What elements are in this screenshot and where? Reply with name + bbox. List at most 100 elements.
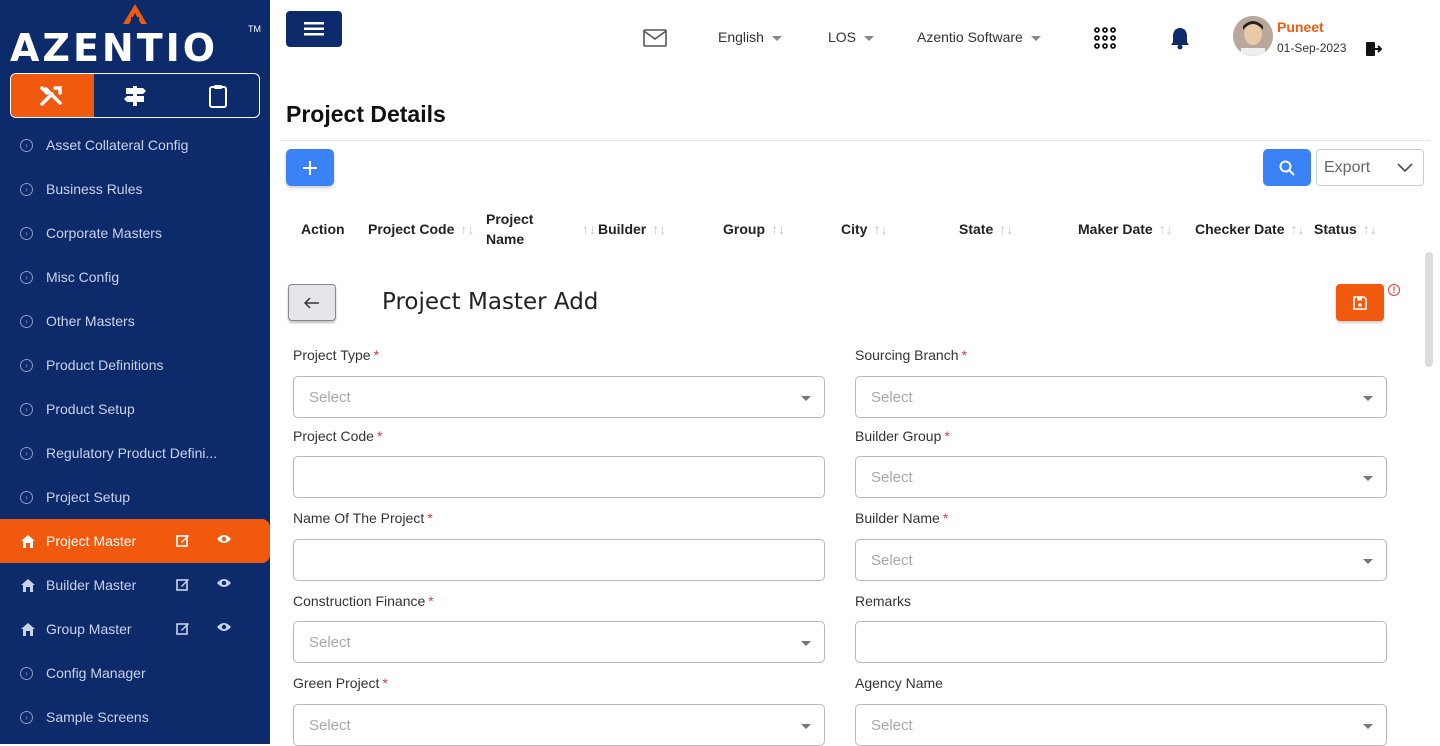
column-header-city[interactable]: City ↑↓ (841, 201, 887, 256)
sidebar-item-project-master[interactable]: Project Master (0, 519, 270, 563)
chevron-down-icon (864, 35, 875, 41)
search-icon (1279, 160, 1295, 176)
avatar[interactable] (1233, 16, 1273, 56)
sidebar-item-misc-config[interactable]: › Misc Config (0, 255, 270, 299)
column-header-maker-date[interactable]: Maker Date ↑↓ (1078, 201, 1173, 256)
view-eye-icon[interactable] (216, 621, 232, 633)
project-master-add-form: Project Master Add ! Project Type * Selec… (270, 266, 1440, 746)
column-label: Group (723, 220, 765, 237)
logout-icon[interactable] (1366, 42, 1382, 56)
main-content: Project Details Export Action Project Co… (270, 76, 1440, 746)
sidebar-item-regulatory-product-definitions[interactable]: › Regulatory Product Defini... (0, 431, 270, 475)
sidebar-item-group-master[interactable]: Group Master (0, 607, 270, 651)
column-header-builder[interactable]: ↑↓ Builder ↑↓ (582, 201, 666, 256)
bell-icon[interactable] (1169, 26, 1191, 50)
select-placeholder: Select (309, 633, 351, 651)
edit-icon[interactable] (176, 577, 190, 591)
column-label: Action (301, 220, 345, 237)
home-icon (20, 578, 36, 593)
form-title: Project Master Add (382, 289, 599, 315)
sidebar-item-business-rules[interactable]: › Business Rules (0, 167, 270, 211)
builder-group-label: Builder Group * (855, 428, 950, 444)
dropdown-caret-icon (1363, 396, 1373, 401)
column-label: Checker Date (1195, 220, 1285, 237)
dropdown-caret-icon (801, 641, 811, 646)
sort-icon[interactable]: ↑↓ (1291, 221, 1305, 237)
hamburger-icon (304, 22, 324, 36)
sidebar-item-product-setup[interactable]: › Product Setup (0, 387, 270, 431)
builder-group-select[interactable]: Select (855, 456, 1387, 498)
sidebar-item-label: Corporate Masters (46, 225, 162, 241)
sourcing-branch-select[interactable]: Select (855, 376, 1387, 418)
sidebar-item-product-definitions[interactable]: › Product Definitions (0, 343, 270, 387)
sort-icon[interactable]: ↑↓ (1363, 221, 1377, 237)
apps-grid-icon[interactable] (1094, 27, 1116, 49)
sourcing-branch-label: Sourcing Branch * (855, 347, 967, 363)
chevron-down-icon (1397, 162, 1413, 172)
add-button[interactable] (286, 149, 334, 186)
sort-icon[interactable]: ↑↓ (873, 221, 887, 237)
sidebar-item-corporate-masters[interactable]: › Corporate Masters (0, 211, 270, 255)
language-dropdown[interactable]: English (718, 29, 782, 45)
edit-icon[interactable] (176, 621, 190, 635)
edit-icon[interactable] (176, 533, 190, 547)
sort-icon[interactable]: ↑↓ (652, 221, 666, 237)
sort-icon[interactable]: ↑↓ (999, 221, 1013, 237)
column-header-status[interactable]: Status ↑↓ (1314, 201, 1377, 256)
divider (280, 140, 1430, 141)
tab-signpost[interactable] (94, 74, 177, 117)
sidebar-item-config-manager[interactable]: › Config Manager (0, 651, 270, 695)
column-header-project-name[interactable]: Project Name (486, 201, 556, 256)
column-header-state[interactable]: State ↑↓ (959, 201, 1013, 256)
project-type-select[interactable]: Select (293, 376, 825, 418)
remarks-input[interactable] (855, 621, 1387, 663)
sidebar-item-label: Project Setup (46, 489, 131, 505)
hamburger-menu-button[interactable] (286, 11, 342, 47)
project-code-label: Project Code * (293, 428, 383, 444)
sort-icon[interactable]: ↑↓ (582, 221, 596, 237)
column-label: Maker Date (1078, 220, 1153, 237)
view-eye-icon[interactable] (216, 533, 232, 545)
remarks-label: Remarks (855, 593, 912, 609)
chevron-right-circle-icon: › (20, 182, 33, 196)
company-dropdown[interactable]: Azentio Software (917, 29, 1041, 45)
green-project-select[interactable]: Select (293, 704, 825, 746)
module-dropdown[interactable]: LOS (828, 29, 875, 45)
sort-icon[interactable]: ↑↓ (460, 221, 474, 237)
chevron-right-circle-icon: › (20, 314, 33, 328)
search-button[interactable] (1263, 149, 1311, 186)
column-label: State (959, 220, 994, 237)
sidebar-item-asset-collateral-config[interactable]: › Asset Collateral Config (0, 123, 270, 167)
sidebar-item-builder-master[interactable]: Builder Master (0, 563, 270, 607)
back-button[interactable] (288, 284, 336, 321)
sidebar-item-label: Regulatory Product Defini... (46, 445, 218, 461)
construction-finance-select[interactable]: Select (293, 621, 825, 663)
chevron-right-circle-icon: › (20, 710, 33, 724)
select-placeholder: Select (871, 716, 913, 734)
builder-name-select[interactable]: Select (855, 539, 1387, 581)
sort-icon[interactable]: ↑↓ (771, 221, 785, 237)
info-icon[interactable]: ! (1388, 284, 1400, 296)
tab-clipboard[interactable] (176, 74, 259, 117)
agency-name-select[interactable]: Select (855, 704, 1387, 746)
save-button[interactable] (1336, 284, 1384, 321)
project-code-input[interactable] (293, 456, 825, 498)
sidebar-item-sample-screens[interactable]: › Sample Screens (0, 695, 270, 739)
project-name-input[interactable] (293, 539, 825, 581)
mail-icon[interactable] (643, 29, 667, 47)
sidebar-item-other-masters[interactable]: › Other Masters (0, 299, 270, 343)
column-header-group[interactable]: Group ↑↓ (723, 201, 785, 256)
sidebar-item-label: Config Manager (46, 665, 146, 681)
column-header-checker-date[interactable]: Checker Date ↑↓ (1195, 201, 1305, 256)
view-eye-icon[interactable] (216, 577, 232, 589)
sort-icon[interactable]: ↑↓ (1159, 221, 1173, 237)
sidebar-menu: › Asset Collateral Config › Business Rul… (0, 123, 270, 739)
export-dropdown[interactable]: Export (1316, 149, 1424, 186)
tab-tools[interactable] (11, 74, 94, 117)
column-header-action: Action (301, 201, 345, 256)
azentio-logo: AZENTIO TM (10, 4, 261, 70)
table-header: Action Project Code ↑↓ Project Name ↑↓ Bui… (278, 201, 1428, 256)
select-placeholder: Select (871, 551, 913, 569)
sidebar-item-project-setup[interactable]: › Project Setup (0, 475, 270, 519)
column-header-project-code[interactable]: Project Code ↑↓ (368, 201, 474, 256)
